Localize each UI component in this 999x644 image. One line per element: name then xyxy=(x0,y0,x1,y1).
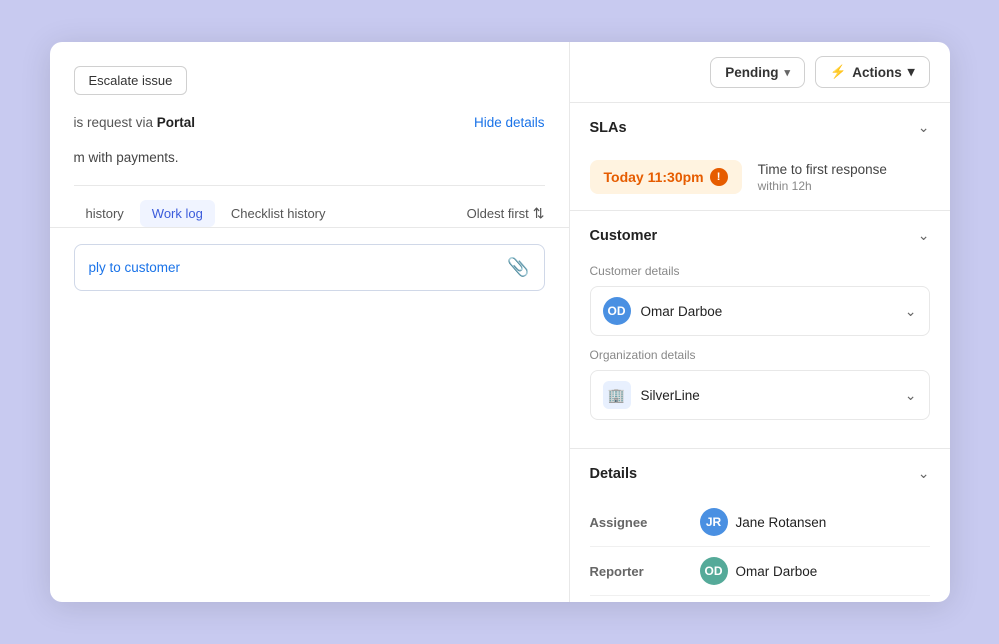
slas-section-header[interactable]: SLAs ⌄ xyxy=(570,103,950,152)
customer-name-row[interactable]: OD Omar Darboe ⌄ xyxy=(590,286,930,336)
tabs-container: history Work log Checklist history xyxy=(74,200,338,227)
customer-name: Omar Darboe xyxy=(641,304,723,319)
reporter-name: Omar Darboe xyxy=(736,564,818,579)
organization-name: SilverLine xyxy=(641,388,700,403)
customer-avatar: OD xyxy=(603,297,631,325)
lightning-icon: ⚡ xyxy=(830,64,846,80)
customer-content: Customer details OD Omar Darboe ⌄ Organi… xyxy=(570,264,950,448)
paperclip-icon[interactable]: 📎 xyxy=(507,257,529,278)
slas-chevron-icon: ⌄ xyxy=(918,119,930,136)
pending-label: Pending xyxy=(725,65,778,80)
details-chevron-icon: ⌄ xyxy=(918,465,930,482)
actions-chevron-icon: ▾ xyxy=(908,64,915,80)
assignee-name: Jane Rotansen xyxy=(736,515,827,530)
customer-name-left: OD Omar Darboe xyxy=(603,297,723,325)
organization-row[interactable]: 🏢 SilverLine ⌄ xyxy=(590,370,930,420)
details-section: Details ⌄ Assignee JR Jane Rotansen Repo… xyxy=(570,449,950,602)
organization-row-left: 🏢 SilverLine xyxy=(603,381,700,409)
reply-placeholder[interactable]: ply to customer xyxy=(89,260,181,275)
warning-icon: ! xyxy=(710,168,728,186)
customer-section: Customer ⌄ Customer details OD Omar Darb… xyxy=(570,211,950,449)
slas-title: SLAs xyxy=(590,120,627,136)
organization-icon: 🏢 xyxy=(603,381,631,409)
tabs-row: history Work log Checklist history Oldes… xyxy=(50,186,569,228)
details-section-header[interactable]: Details ⌄ xyxy=(570,449,950,498)
pending-button[interactable]: Pending ▾ xyxy=(710,57,805,88)
main-window: Escalate issue is request via Portal Hid… xyxy=(50,42,950,602)
hide-details-link[interactable]: Hide details xyxy=(474,115,545,130)
customer-title: Customer xyxy=(590,228,658,244)
slas-content: Today 11:30pm ! Time to first response w… xyxy=(570,152,950,210)
reporter-label: Reporter xyxy=(590,564,700,579)
sla-label-container: Time to first response within 12h xyxy=(758,162,887,193)
reply-box[interactable]: ply to customer 📎 xyxy=(74,244,545,291)
assignee-label: Assignee xyxy=(590,515,700,530)
sla-time-text: Today 11:30pm xyxy=(604,169,704,185)
assignee-avatar: JR xyxy=(700,508,728,536)
sla-sublabel: within 12h xyxy=(758,179,887,193)
organization-details-label: Organization details xyxy=(590,348,930,362)
sort-icon: ⇅ xyxy=(533,205,545,222)
reporter-value: OD Omar Darboe xyxy=(700,557,818,585)
details-content: Assignee JR Jane Rotansen Reporter OD Om… xyxy=(570,498,950,602)
top-bar: Pending ▾ ⚡ Actions ▾ xyxy=(570,42,950,103)
issue-text: m with payments. xyxy=(74,150,545,186)
tab-history[interactable]: history xyxy=(74,200,136,227)
reporter-avatar: OD xyxy=(700,557,728,585)
customer-details-label: Customer details xyxy=(590,264,930,278)
right-panel: Pending ▾ ⚡ Actions ▾ SLAs ⌄ Today 11:30… xyxy=(570,42,950,602)
organization-row-chevron-icon: ⌄ xyxy=(905,387,917,404)
tab-worklog[interactable]: Work log xyxy=(140,200,215,227)
detail-row-assignee: Assignee JR Jane Rotansen xyxy=(590,498,930,547)
customer-section-header[interactable]: Customer ⌄ xyxy=(570,211,950,260)
detail-row-reporter: Reporter OD Omar Darboe xyxy=(590,547,930,596)
actions-button[interactable]: ⚡ Actions ▾ xyxy=(815,56,929,88)
details-title: Details xyxy=(590,466,638,482)
sla-time-badge: Today 11:30pm ! xyxy=(590,160,742,194)
left-panel: Escalate issue is request via Portal Hid… xyxy=(50,42,570,602)
customer-chevron-icon: ⌄ xyxy=(918,227,930,244)
customer-row-chevron-icon: ⌄ xyxy=(905,303,917,320)
escalate-button[interactable]: Escalate issue xyxy=(74,66,188,95)
sort-label: Oldest first xyxy=(467,206,529,221)
tab-checklist-history[interactable]: Checklist history xyxy=(219,200,338,227)
sort-button[interactable]: Oldest first ⇅ xyxy=(467,205,545,222)
actions-label: Actions xyxy=(852,65,902,80)
detail-row-request-type: Request type 🐛 Raise a bug xyxy=(590,596,930,602)
slas-section: SLAs ⌄ Today 11:30pm ! Time to first res… xyxy=(570,103,950,211)
assignee-value: JR Jane Rotansen xyxy=(700,508,827,536)
sla-label: Time to first response xyxy=(758,162,887,177)
request-via-row: is request via Portal Hide details xyxy=(74,115,545,130)
request-via-text: is request via Portal xyxy=(74,115,196,130)
pending-chevron-icon: ▾ xyxy=(784,66,790,79)
